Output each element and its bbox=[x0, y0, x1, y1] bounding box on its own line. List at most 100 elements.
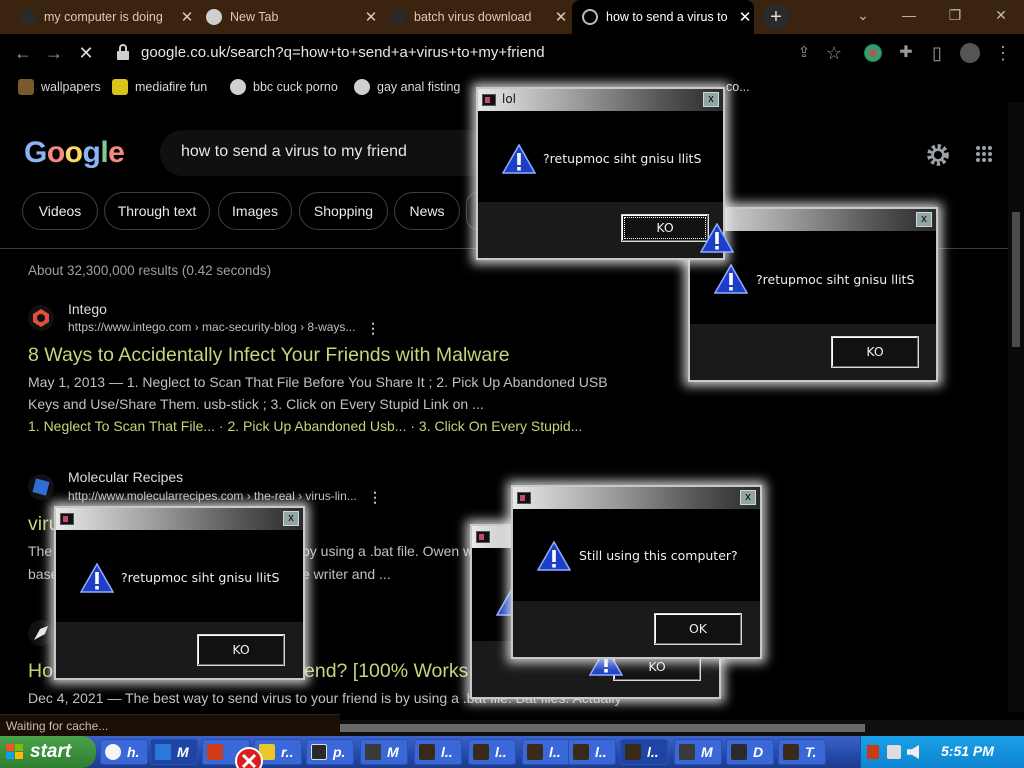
task-button[interactable]: D bbox=[726, 739, 774, 765]
stop-reload-button[interactable]: ✕ bbox=[75, 43, 97, 63]
horizontal-scrollbar[interactable] bbox=[340, 720, 1024, 736]
bookmark-star-icon[interactable]: ☆ bbox=[823, 43, 845, 63]
bookmark-mediafire[interactable]: mediafire fun bbox=[112, 72, 207, 102]
bookmark-4[interactable]: gay anal fisting bbox=[354, 72, 460, 102]
result-url[interactable]: https://www.intego.com › mac-security-bl… bbox=[68, 320, 355, 334]
profile-avatar-icon[interactable] bbox=[960, 43, 980, 63]
ladybug-icon bbox=[18, 79, 34, 95]
browser-menu-icon[interactable]: ⋮ bbox=[992, 43, 1014, 63]
chip-news[interactable]: News bbox=[394, 192, 460, 230]
search-box[interactable]: how to send a virus to my friend bbox=[160, 130, 490, 176]
close-tab-icon[interactable]: ✕ bbox=[362, 8, 380, 26]
vertical-scrollbar[interactable] bbox=[1008, 102, 1024, 712]
dialog-close-button[interactable]: x bbox=[740, 490, 756, 505]
forward-button[interactable]: → bbox=[43, 43, 65, 63]
share-icon[interactable]: ⇪ bbox=[793, 43, 815, 63]
dialog-titlebar[interactable]: lol x bbox=[478, 89, 723, 111]
result-sitelinks[interactable]: 1. Neglect To Scan That File... · 2. Pic… bbox=[28, 415, 582, 437]
dialog-close-button[interactable]: x bbox=[916, 212, 932, 227]
rocket-favicon-icon bbox=[28, 620, 54, 646]
scroll-thumb[interactable] bbox=[1012, 212, 1020, 347]
dialog-message: ?retupmoc siht gnisu llitS bbox=[121, 570, 280, 585]
task-label: l.. bbox=[595, 744, 607, 760]
close-window-button[interactable]: ✕ bbox=[978, 0, 1024, 30]
back-button[interactable]: ← bbox=[12, 43, 34, 63]
result-more-icon[interactable]: ⋮ bbox=[366, 321, 380, 335]
extensions-puzzle-icon[interactable]: ✚ bbox=[895, 43, 917, 63]
result-title-link[interactable]: Ho bbox=[28, 660, 53, 683]
task-button[interactable]: T. bbox=[778, 739, 826, 765]
google-logo[interactable]: Google bbox=[24, 136, 125, 170]
apps-grid-icon[interactable] bbox=[975, 145, 993, 163]
dialog-close-button[interactable]: x bbox=[703, 92, 719, 107]
lock-icon[interactable] bbox=[116, 44, 130, 60]
minimize-button[interactable]: — bbox=[886, 0, 932, 30]
task-label: l.. bbox=[495, 744, 507, 760]
chip-shopping[interactable]: Shopping bbox=[299, 192, 388, 230]
chip-videos[interactable]: Videos bbox=[22, 192, 98, 230]
dialog-titlebar[interactable]: x bbox=[56, 508, 303, 530]
result-more-icon[interactable]: ⋮ bbox=[368, 490, 382, 504]
tab-search-button[interactable]: ⌄ bbox=[840, 0, 886, 30]
scroll-thumb[interactable] bbox=[340, 724, 865, 732]
bookmark-wallpapers[interactable]: wallpapers bbox=[18, 72, 101, 102]
tab-how-to-send-virus[interactable]: how to send a virus to ✕ bbox=[572, 0, 754, 34]
extension-icon[interactable] bbox=[864, 44, 882, 62]
chip-through-text[interactable]: Through text bbox=[104, 192, 210, 230]
dialog-ko-button[interactable]: KO bbox=[197, 634, 285, 666]
task-button[interactable]: M bbox=[360, 739, 408, 765]
task-button[interactable]: h. bbox=[100, 739, 148, 765]
bookmark-label: co... bbox=[726, 80, 750, 94]
error-dialog[interactable]: x ?retupmoc siht gnisu llitS KO bbox=[54, 506, 305, 680]
address-bar[interactable]: google.co.uk/search?q=how+to+send+a+viru… bbox=[141, 44, 545, 61]
result-title-link[interactable]: 8 Ways to Accidentally Infect Your Frien… bbox=[28, 344, 510, 367]
bookmark-3[interactable]: bbc cuck porno bbox=[230, 72, 338, 102]
bookmark-5[interactable]: co... bbox=[726, 72, 750, 102]
tab-batch-virus[interactable]: batch virus download ✕ bbox=[380, 0, 570, 34]
dialog-message: Still using this computer? bbox=[579, 548, 738, 563]
error-dialog-still-using[interactable]: x Still using this computer? OK bbox=[511, 485, 762, 659]
dialog-close-button[interactable]: x bbox=[283, 511, 299, 526]
tab-new-tab[interactable]: New Tab ✕ bbox=[196, 0, 380, 34]
search-input[interactable]: how to send a virus to my friend bbox=[181, 143, 407, 161]
result-title-link[interactable]: end? [100% Works bbox=[304, 660, 468, 683]
result-site-name[interactable]: Molecular Recipes bbox=[68, 469, 183, 485]
volume-icon[interactable] bbox=[907, 745, 919, 759]
side-panel-icon[interactable]: ▯ bbox=[926, 43, 948, 63]
result-stats: About 32,300,000 results (0.42 seconds) bbox=[28, 263, 272, 278]
close-tab-icon[interactable]: ✕ bbox=[736, 8, 754, 26]
chip-images[interactable]: Images bbox=[218, 192, 292, 230]
app-icon bbox=[679, 744, 695, 760]
result-snippet: Keys and Use/Share Them. usb-stick ; 3. … bbox=[28, 396, 484, 412]
task-button[interactable]: M bbox=[674, 739, 722, 765]
dialog-ko-button[interactable]: KO bbox=[621, 214, 709, 242]
task-button[interactable]: l.. bbox=[414, 739, 462, 765]
task-button[interactable]: M bbox=[150, 739, 198, 765]
clock[interactable]: 5:51 PM bbox=[941, 743, 994, 759]
dialog-ok-button[interactable]: OK bbox=[654, 613, 742, 645]
result-snippet: The bbox=[28, 543, 53, 559]
new-tab-button[interactable]: + bbox=[762, 4, 790, 30]
error-dialog-lol[interactable]: lol x ?retupmoc siht gnisu llitS KO bbox=[476, 87, 725, 260]
task-button[interactable]: l.. bbox=[568, 739, 616, 765]
result-url[interactable]: http://www.molecularrecipes.com › the-re… bbox=[68, 489, 357, 503]
task-button[interactable]: l.. bbox=[522, 739, 570, 765]
start-button[interactable]: start bbox=[0, 736, 96, 768]
dialog-titlebar[interactable]: x bbox=[513, 487, 760, 509]
tray-app-icon[interactable] bbox=[867, 745, 879, 759]
gear-icon[interactable] bbox=[925, 142, 951, 168]
dialog-message: ?retupmoc siht gnisu llitS bbox=[756, 272, 915, 287]
close-tab-icon[interactable]: ✕ bbox=[178, 8, 196, 26]
result-site-name[interactable]: Intego bbox=[68, 301, 107, 317]
dialog-ko-button[interactable]: KO bbox=[831, 336, 919, 368]
task-button[interactable]: l.. bbox=[620, 739, 668, 765]
close-tab-icon[interactable]: ✕ bbox=[552, 8, 570, 26]
tab-my-computer[interactable]: my computer is doing ✕ bbox=[0, 0, 196, 34]
tab-strip: my computer is doing ✕ New Tab ✕ batch v… bbox=[0, 0, 1024, 34]
molecular-favicon-icon bbox=[28, 474, 54, 500]
restore-button[interactable]: ❐ bbox=[932, 0, 978, 30]
status-bar: Waiting for cache... bbox=[0, 714, 340, 736]
network-icon[interactable] bbox=[887, 745, 901, 759]
task-button[interactable]: p. bbox=[306, 739, 354, 765]
task-button[interactable]: l.. bbox=[468, 739, 516, 765]
